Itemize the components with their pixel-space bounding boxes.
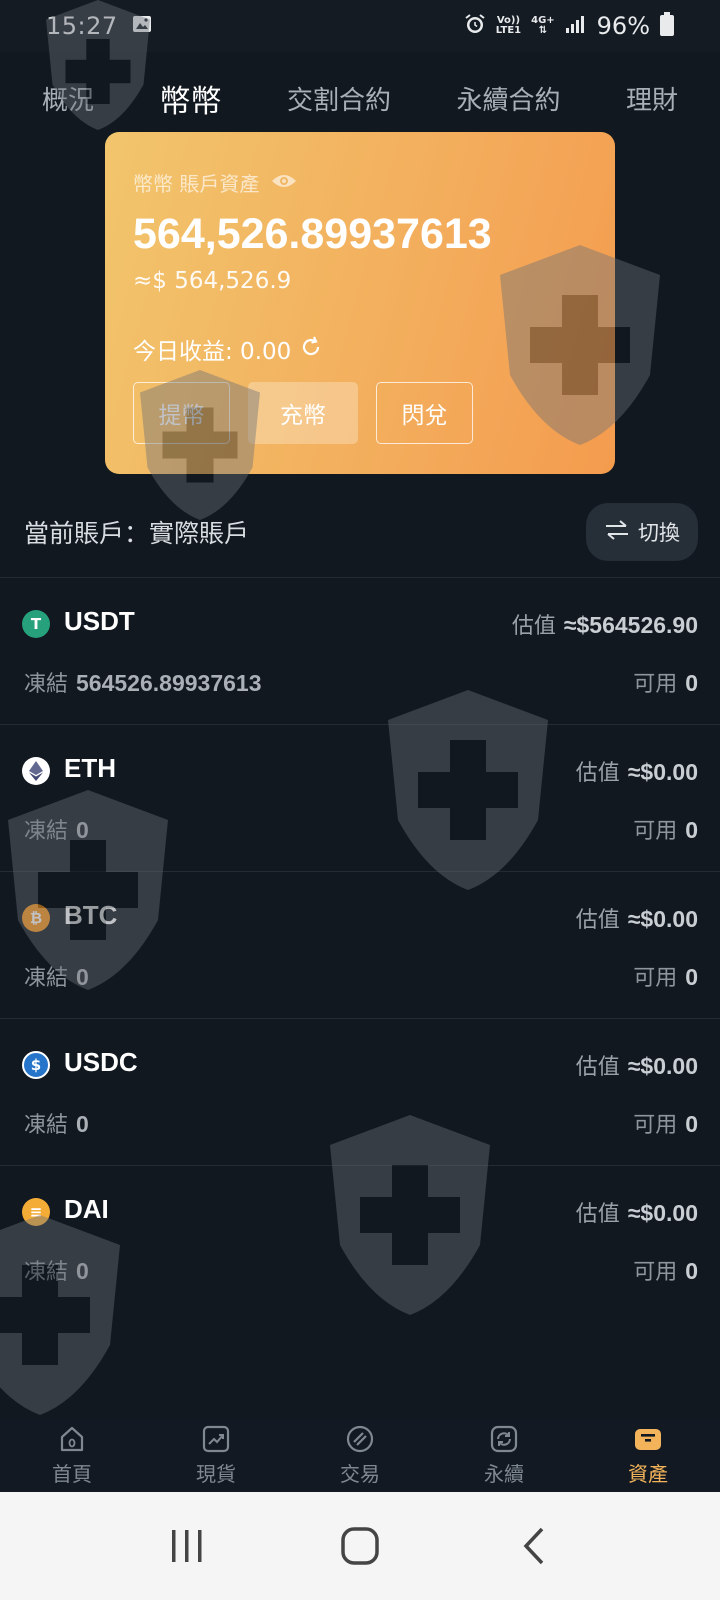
alarm-icon [464, 13, 486, 39]
nav-trade[interactable]: 交易 [288, 1424, 432, 1487]
frozen-value: 0 [76, 817, 89, 843]
status-time: 15:27 [46, 12, 118, 40]
tab-finance[interactable]: 理財 [626, 80, 678, 117]
home-icon [57, 1424, 87, 1454]
available-label: 可用 [633, 819, 678, 844]
switch-account-button[interactable]: 切換 [586, 503, 698, 561]
coin-list: T USDT 估值 ≈$564526.90 凍結 564526.89937613… [0, 577, 720, 1312]
nav-home-label: 首頁 [52, 1461, 92, 1486]
tab-overview[interactable]: 概況 [42, 80, 94, 117]
list-item[interactable]: ₿ BTC 估值 ≈$0.00 凍結 0 可用 0 [0, 871, 720, 1018]
frozen-value: 564526.89937613 [76, 670, 262, 696]
estimate-label: 估值 [575, 1202, 620, 1227]
current-account-label: 當前賬戶：實際賬戶 [24, 519, 250, 548]
nav-assets-label: 資產 [628, 1461, 668, 1486]
refresh-icon[interactable] [299, 335, 323, 363]
available-value: 0 [685, 1111, 698, 1137]
current-account-row: 當前賬戶：實際賬戶 切換 [0, 500, 720, 564]
list-item[interactable]: ETH 估值 ≈$0.00 凍結 0 可用 0 [0, 724, 720, 871]
coin-name: DAI [64, 1194, 109, 1224]
estimate-label: 估值 [575, 908, 620, 933]
available-value: 0 [685, 1258, 698, 1284]
frozen-label: 凍結 [24, 1260, 69, 1285]
today-income: 今日收益: 0.00 [133, 339, 292, 365]
convert-button[interactable]: 閃兌 [376, 382, 473, 444]
chart-trend-icon [201, 1424, 231, 1454]
nav-spot[interactable]: 現貨 [144, 1424, 288, 1487]
switch-label: 切換 [638, 521, 680, 545]
estimate-value: ≈$0.00 [627, 1200, 698, 1226]
switch-arrows-icon [604, 519, 630, 546]
coin-name: BTC [64, 900, 118, 930]
recent-apps-icon[interactable] [157, 1516, 217, 1576]
bottom-navigation: 首頁 現貨 交易 永續 資產 [0, 1418, 720, 1492]
image-notification-icon [132, 14, 152, 38]
tab-delivery-contract[interactable]: 交割合約 [287, 80, 391, 117]
frozen-value: 0 [76, 1111, 89, 1137]
withdraw-button[interactable]: 提幣 [133, 382, 230, 444]
list-item[interactable]: T USDT 估值 ≈$564526.90 凍結 564526.89937613… [0, 577, 720, 724]
card-usd-value: ≈$ 564,526.9 [133, 268, 292, 294]
refresh-cycle-icon [489, 1424, 519, 1454]
back-icon[interactable] [503, 1516, 563, 1576]
estimate-value: ≈$0.00 [627, 1053, 698, 1079]
frozen-value: 0 [76, 1258, 89, 1284]
network-type-indicator: 4G+ ⇅ [531, 15, 555, 36]
system-navigation-bar [0, 1492, 720, 1600]
frozen-label: 凍結 [24, 672, 69, 697]
card-label: 幣幣 賬戶資產 [133, 172, 260, 196]
status-bar: 15:27 Vo)) LTE1 4G+ ⇅ 96% [0, 0, 720, 52]
frozen-label: 凍結 [24, 966, 69, 991]
coin-name: ETH [64, 753, 116, 783]
battery-icon [660, 12, 674, 40]
btc-icon: ₿ [22, 904, 50, 932]
frozen-value: 0 [76, 964, 89, 990]
list-item[interactable]: ≡ DAI 估值 ≈$0.00 凍結 0 可用 0 [0, 1165, 720, 1312]
trade-icon [345, 1424, 375, 1454]
card-balance: 564,526.89937613 [133, 210, 492, 258]
wallet-icon [633, 1424, 663, 1454]
nav-spot-label: 現貨 [196, 1461, 236, 1486]
volte-indicator: Vo)) LTE1 [495, 15, 522, 36]
frozen-label: 凍結 [24, 1113, 69, 1138]
available-label: 可用 [633, 1260, 678, 1285]
estimate-value: ≈$0.00 [627, 759, 698, 785]
estimate-label: 估值 [511, 614, 556, 639]
available-value: 0 [685, 817, 698, 843]
nav-home[interactable]: 首頁 [0, 1424, 144, 1487]
estimate-label: 估值 [575, 761, 620, 786]
account-type-tabs: 概況 幣幣 交割合約 永續合約 理財 [0, 70, 720, 126]
deposit-button[interactable]: 充幣 [248, 382, 358, 444]
estimate-label: 估值 [575, 1055, 620, 1080]
available-value: 0 [685, 964, 698, 990]
nav-assets[interactable]: 資產 [576, 1424, 720, 1487]
frozen-label: 凍結 [24, 819, 69, 844]
available-label: 可用 [633, 966, 678, 991]
eth-icon [22, 757, 50, 785]
estimate-value: ≈$0.00 [627, 906, 698, 932]
asset-card: 幣幣 賬戶資產 564,526.89937613 ≈$ 564,526.9 今日… [105, 132, 615, 474]
usdc-icon: $ [22, 1051, 50, 1079]
nav-perpetual-label: 永續 [484, 1461, 524, 1486]
nav-perpetual[interactable]: 永續 [432, 1424, 576, 1487]
coin-name: USDT [64, 606, 135, 636]
list-item[interactable]: $ USDC 估值 ≈$0.00 凍結 0 可用 0 [0, 1018, 720, 1165]
signal-icon [565, 14, 587, 38]
available-label: 可用 [633, 672, 678, 697]
available-value: 0 [685, 670, 698, 696]
usdt-icon: T [22, 610, 50, 638]
battery-percent: 96% [596, 12, 650, 40]
tab-spot-account[interactable]: 幣幣 [160, 76, 222, 121]
nav-trade-label: 交易 [340, 1461, 380, 1486]
dai-icon: ≡ [22, 1198, 50, 1226]
tab-perpetual-contract[interactable]: 永續合約 [456, 80, 560, 117]
coin-name: USDC [64, 1047, 138, 1077]
estimate-value: ≈$564526.90 [563, 612, 698, 638]
available-label: 可用 [633, 1113, 678, 1138]
home-button-icon[interactable] [330, 1516, 390, 1576]
eye-icon[interactable] [271, 172, 297, 194]
